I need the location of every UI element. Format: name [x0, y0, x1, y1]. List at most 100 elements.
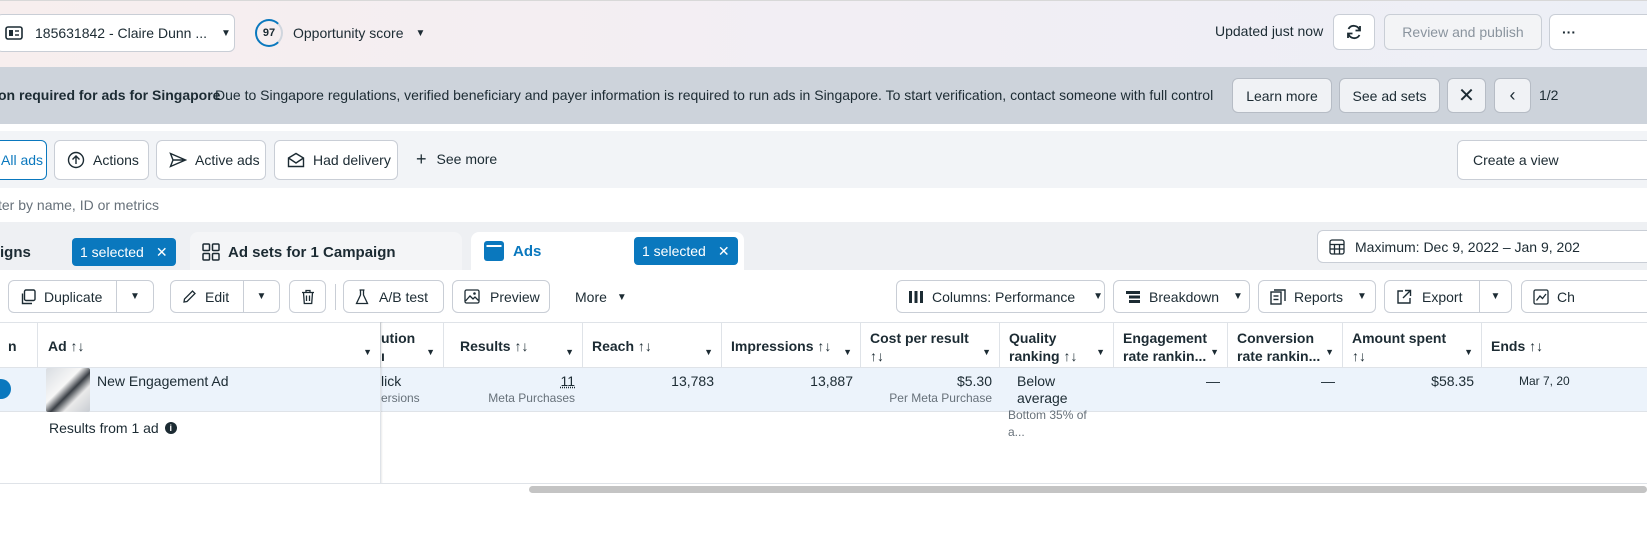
chevron-down-icon[interactable]: ▼ [704, 343, 713, 361]
chevron-left-icon: ‹ [1510, 85, 1516, 106]
header-off-on[interactable]: n [0, 323, 38, 368]
flask-icon [355, 289, 369, 305]
learn-more-button[interactable]: Learn more [1232, 78, 1332, 113]
header-engagement-line1: Engagement [1123, 329, 1219, 347]
search-bar[interactable]: ter by name, ID or metrics [0, 188, 1647, 222]
review-publish-button[interactable]: Review and publish [1384, 14, 1542, 50]
cost-sub: Per Meta Purchase [869, 390, 992, 407]
chevron-down-icon[interactable]: ▼ [426, 343, 435, 361]
active-ads-filter[interactable]: Active ads [156, 140, 266, 180]
header-attribution[interactable]: ution ı ▼ [381, 323, 444, 368]
ad-name-cell[interactable]: New Engagement Ad [89, 368, 381, 412]
refresh-button[interactable] [1333, 14, 1375, 50]
export-button[interactable]: Export [1384, 280, 1480, 313]
edit-dropdown[interactable]: ▼ [243, 280, 280, 313]
ads-icon [483, 240, 505, 262]
scrollbar-thumb[interactable] [529, 486, 1647, 493]
chevron-down-icon: ▼ [221, 28, 231, 39]
actions-filter[interactable]: Actions [54, 140, 149, 180]
header-conversion-ranking[interactable]: Conversion rate rankin... ▼ [1228, 323, 1343, 368]
ad-name[interactable]: New Engagement Ad [97, 373, 229, 389]
breakdown-label: Breakdown [1149, 289, 1219, 305]
chevron-down-icon[interactable]: ▼ [1464, 343, 1473, 361]
chevron-down-icon[interactable]: ▼ [363, 343, 372, 361]
columns-button[interactable]: Columns: Performance ▼ [896, 280, 1105, 313]
table-bottom-border [0, 483, 1647, 484]
see-ad-sets-button[interactable]: See ad sets [1339, 78, 1440, 113]
see-more-button[interactable]: + See more [416, 151, 497, 167]
header-conversion-line1: Conversion [1237, 329, 1334, 347]
chevron-down-icon: ▼ [1357, 291, 1367, 302]
header-results[interactable]: Results ↑↓ ▼ [444, 323, 583, 368]
table-row[interactable]: New Engagement Ad lick ersions 11 Meta P… [0, 368, 1647, 412]
preview-button[interactable]: Preview [452, 280, 550, 313]
chevron-down-icon: ▼ [130, 291, 140, 302]
date-range-picker[interactable]: Maximum: Dec 9, 2022 – Jan 9, 202 [1317, 230, 1647, 263]
header-cost-per-result[interactable]: Cost per result ↑↓ ▼ [861, 323, 1000, 368]
header-amount-spent[interactable]: Amount spent ↑↓ ▼ [1343, 323, 1482, 368]
header-ad-label: Ad ↑↓ [48, 338, 85, 354]
quality-value: Below average [1008, 373, 1106, 407]
attribution-sub: ersions [381, 390, 436, 407]
edit-button[interactable]: Edit [170, 280, 244, 313]
ends-cell: Mar 7, 20 [1482, 368, 1647, 412]
chevron-down-icon[interactable]: ▼ [565, 343, 574, 361]
ads-selected-chip[interactable]: 1 selected ✕ [634, 237, 738, 265]
horizontal-scrollbar[interactable] [0, 486, 1647, 494]
header-ends[interactable]: Ends ↑↓ [1482, 323, 1647, 368]
date-range-label: Maximum: Dec 9, 2022 – Jan 9, 202 [1355, 239, 1580, 255]
tab-ad-sets[interactable]: Ad sets for 1 Campaign [190, 232, 462, 270]
updated-status: Updated just now [1215, 23, 1323, 39]
campaigns-selected-chip[interactable]: 1 selected ✕ [72, 238, 176, 266]
header-quality-ranking[interactable]: Quality ranking ↑↓ ▼ [1000, 323, 1114, 368]
top-bar: 185631842 - Claire Dunn ... ▼ 97 Opportu… [0, 0, 1647, 67]
search-input[interactable]: ter by name, ID or metrics [0, 197, 159, 213]
reach-cell: 13,783 [583, 368, 722, 412]
chevron-down-icon[interactable]: ▼ [1210, 343, 1219, 361]
chevron-down-icon[interactable]: ▼ [1096, 343, 1105, 361]
create-view-button[interactable]: Create a view [1457, 140, 1647, 180]
ab-test-button[interactable]: A/B test [343, 280, 444, 313]
had-delivery-label: Had delivery [313, 152, 391, 168]
ad-thumbnail[interactable] [46, 368, 90, 412]
chevron-down-icon[interactable]: ▼ [982, 343, 991, 361]
tab-ads[interactable]: Ads 1 selected ✕ [471, 232, 744, 270]
account-icon [5, 26, 23, 40]
previous-button[interactable]: ‹ [1494, 78, 1531, 113]
export-dropdown[interactable]: ▼ [1479, 280, 1512, 313]
header-reach[interactable]: Reach ↑↓ ▼ [583, 323, 722, 368]
more-icon: ··· [1562, 24, 1576, 40]
delete-button[interactable] [289, 280, 326, 313]
tab-campaigns[interactable]: igns 1 selected ✕ [0, 232, 180, 270]
preview-label: Preview [490, 289, 540, 305]
chart-icon [1533, 289, 1549, 305]
account-selector[interactable]: 185631842 - Claire Dunn ... ▼ [0, 14, 235, 52]
close-banner-button[interactable]: ✕ [1447, 78, 1486, 113]
send-icon [169, 152, 187, 168]
had-delivery-filter[interactable]: Had delivery [274, 140, 398, 180]
header-engagement-ranking[interactable]: Engagement rate rankin... ▼ [1114, 323, 1228, 368]
close-icon[interactable]: ✕ [156, 244, 168, 261]
active-ads-label: Active ads [195, 152, 260, 168]
duplicate-icon [20, 289, 36, 305]
header-ad[interactable]: Ad ↑↓ ▼ [38, 323, 381, 368]
reports-button[interactable]: Reports ▼ [1258, 280, 1376, 313]
header-impressions-label: Impressions ↑↓ [731, 338, 831, 354]
opportunity-score[interactable]: 97 Opportunity score ▼ [255, 18, 425, 48]
row-toggle[interactable] [0, 379, 11, 399]
duplicate-button[interactable]: Duplicate [8, 280, 117, 313]
duplicate-dropdown[interactable]: ▼ [116, 280, 154, 313]
header-impressions[interactable]: Impressions ↑↓ ▼ [722, 323, 861, 368]
actions-icon [67, 151, 85, 169]
charts-button[interactable]: Ch [1521, 280, 1647, 313]
breakdown-button[interactable]: Breakdown ▼ [1113, 280, 1250, 313]
all-ads-filter[interactable]: All ads [0, 140, 47, 180]
results-value[interactable]: 11 [452, 373, 575, 390]
close-icon[interactable]: ✕ [718, 243, 730, 260]
more-button[interactable]: More ▼ [575, 289, 627, 305]
chevron-down-icon[interactable]: ▼ [1325, 343, 1334, 361]
more-options-button[interactable]: ··· [1549, 14, 1647, 50]
chevron-down-icon[interactable]: ▼ [843, 343, 852, 361]
info-icon[interactable]: i [165, 422, 177, 434]
table-header: n Ad ↑↓ ▼ ution ı ▼ Results ↑↓ ▼ Reach ↑… [0, 322, 1647, 368]
